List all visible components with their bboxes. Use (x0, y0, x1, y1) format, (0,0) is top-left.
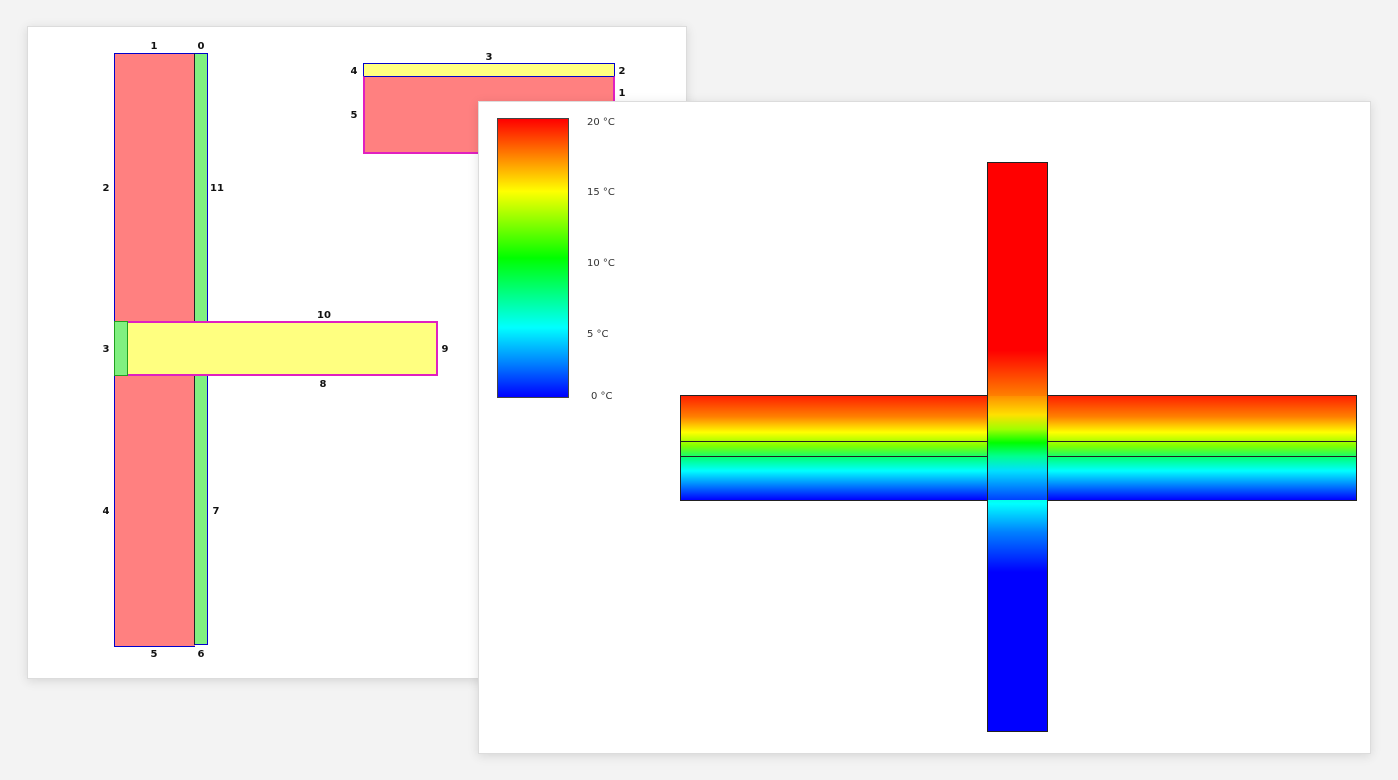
scale-label-20: 20 °C (587, 117, 615, 128)
edge-label: 2 (102, 183, 110, 194)
temperature-result-panel: 20 °C 15 °C 10 °C 5 °C 0 °C (478, 101, 1371, 754)
edge-label: 3 (102, 344, 110, 355)
edge-label: 1 (150, 41, 158, 52)
layer-boundary-line (1048, 441, 1357, 442)
layer-boundary-line (680, 456, 988, 457)
edge-label: 4 (102, 506, 110, 517)
edge-label: 1 (618, 88, 626, 99)
edge-label: 4 (350, 66, 358, 77)
edge-label: 7 (212, 506, 220, 517)
edge-label: 6 (197, 649, 205, 660)
floor-slab-region (126, 321, 438, 376)
edge-label: 3 (485, 52, 493, 63)
edge-label: 10 (317, 310, 331, 321)
junction-temperature-field (988, 396, 1047, 500)
edge-label: 11 (210, 183, 224, 194)
scale-label-10: 10 °C (587, 258, 615, 269)
wall-outline-right (1047, 395, 1048, 501)
edge-label: 8 (319, 379, 327, 390)
detail-slab-layer (363, 63, 615, 77)
edge-label: 0 (197, 41, 205, 52)
edge-label: 9 (441, 344, 449, 355)
layer-boundary-line (1048, 456, 1357, 457)
scale-label-15: 15 °C (587, 187, 615, 198)
layer-boundary-line (680, 441, 988, 442)
scale-label-0: 0 °C (591, 391, 613, 402)
edge-label: 5 (150, 649, 158, 660)
edge-label: 2 (618, 66, 626, 77)
temperature-color-scale (497, 118, 569, 398)
scale-label-5: 5 °C (587, 329, 609, 340)
slab-edge-insulation-region (114, 321, 128, 376)
edge-label: 5 (350, 110, 358, 121)
wall-outline-left (987, 395, 988, 501)
